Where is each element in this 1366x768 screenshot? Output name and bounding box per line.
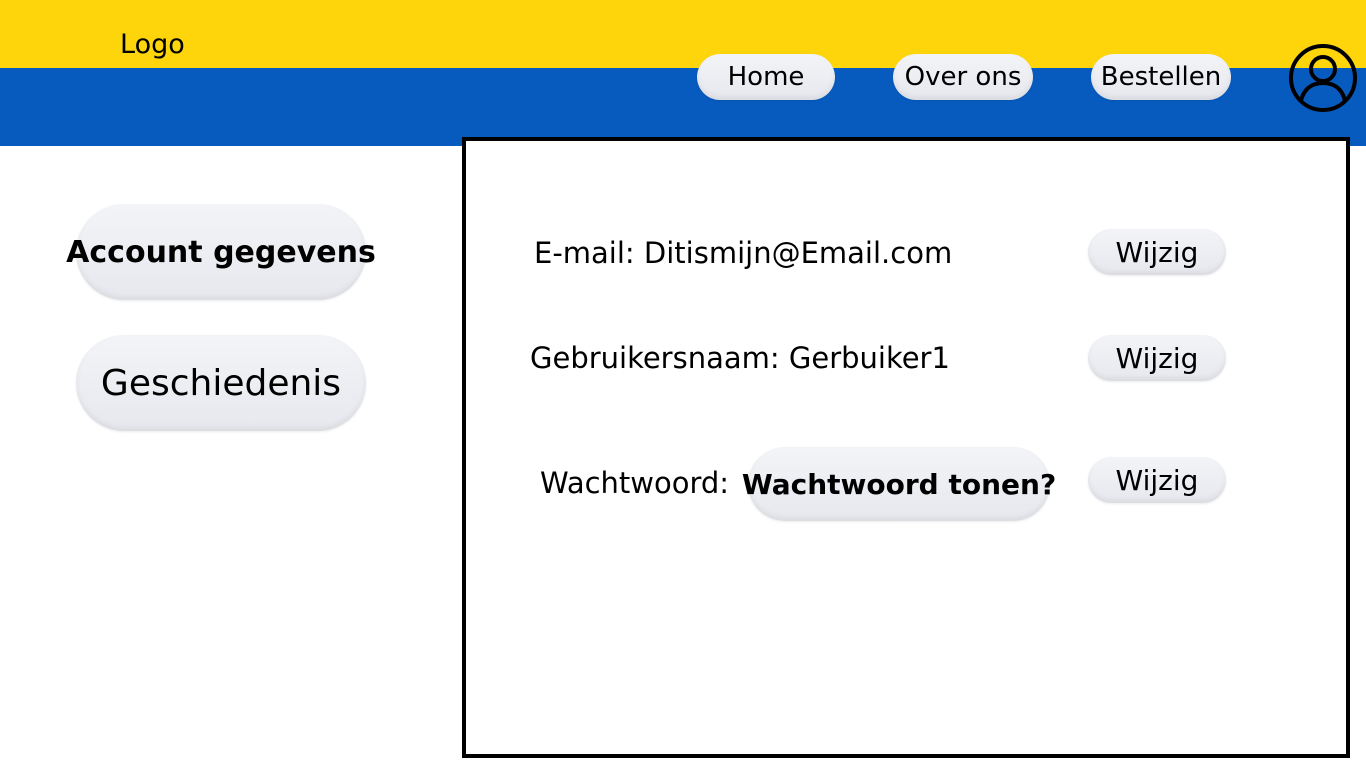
user-profile-icon[interactable]	[1288, 43, 1358, 113]
account-page: Logo Home Over ons Bestellen Account geg…	[0, 0, 1366, 768]
edit-email-button[interactable]: Wijzig	[1088, 229, 1226, 275]
edit-username-button[interactable]: Wijzig	[1088, 335, 1226, 381]
email-field-label: E-mail: Ditismijn@Email.com	[534, 236, 953, 270]
nav-home-button[interactable]: Home	[697, 54, 835, 100]
logo[interactable]: Logo	[120, 28, 185, 62]
sidebar-item-account-gegevens[interactable]: Account gegevens	[66, 204, 376, 300]
edit-password-button[interactable]: Wijzig	[1088, 457, 1226, 503]
nav-bestellen-button[interactable]: Bestellen	[1091, 54, 1231, 100]
show-password-button[interactable]: Wachtwoord tonen?	[742, 447, 1056, 521]
password-field-label: Wachtwoord:	[540, 466, 730, 500]
nav-over-ons-button[interactable]: Over ons	[893, 54, 1033, 100]
sidebar-item-geschiedenis[interactable]: Geschiedenis	[76, 335, 366, 431]
username-field-label: Gebruikersnaam: Gerbuiker1	[530, 341, 950, 375]
